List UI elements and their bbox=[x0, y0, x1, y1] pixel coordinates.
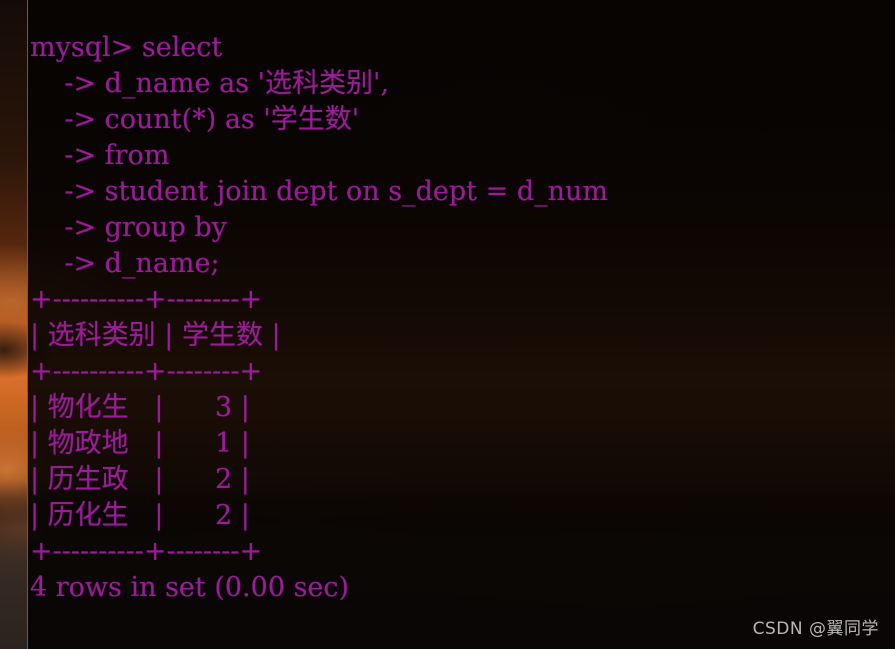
result-table-border-bottom: +----------+--------+ bbox=[30, 536, 263, 567]
terminal-line: -> d_name as '选科类别', bbox=[30, 68, 390, 99]
csdn-watermark: CSDN @翼同学 bbox=[752, 619, 879, 639]
terminal-line: -> count(*) as '学生数' bbox=[30, 104, 360, 135]
terminal-line: -> group by bbox=[30, 212, 227, 243]
result-table-header-row: | 选科类别 | 学生数 | bbox=[30, 320, 281, 351]
terminal-line: -> from bbox=[30, 140, 170, 171]
mysql-terminal-window[interactable]: mysql> select -> d_name as '选科类别', -> co… bbox=[27, 0, 895, 649]
result-table-row: | 历化生 | 2 | bbox=[30, 500, 250, 531]
result-table-border-top: +----------+--------+ bbox=[30, 284, 263, 315]
terminal-output[interactable]: mysql> select -> d_name as '选科类别', -> co… bbox=[30, 30, 608, 606]
result-table-border-mid: +----------+--------+ bbox=[30, 356, 263, 387]
terminal-line: mysql> select bbox=[30, 32, 223, 63]
result-table-row: | 物化生 | 3 | bbox=[30, 392, 250, 423]
result-table-row: | 历生政 | 2 | bbox=[30, 464, 250, 495]
screenshot-root: mysql> select -> d_name as '选科类别', -> co… bbox=[0, 0, 895, 649]
terminal-line: -> d_name; bbox=[30, 248, 220, 279]
result-table-row: | 物政地 | 1 | bbox=[30, 428, 250, 459]
status-line: 4 rows in set (0.00 sec) bbox=[30, 572, 350, 603]
terminal-line: -> student join dept on s_dept = d_num bbox=[30, 176, 608, 207]
